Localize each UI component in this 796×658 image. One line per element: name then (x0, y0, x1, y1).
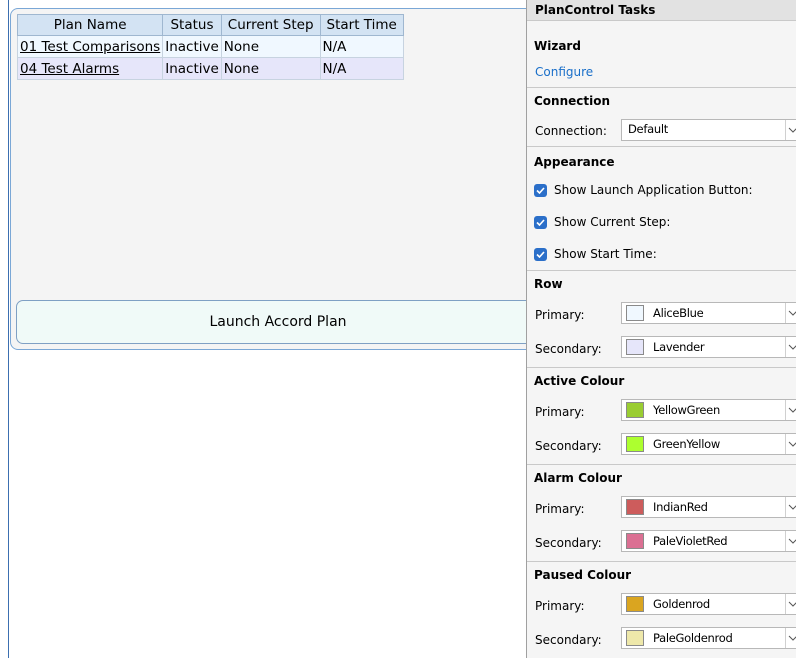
alarm-secondary-value: PaleVioletRed (653, 534, 728, 548)
connection-label: Connection: (535, 124, 607, 138)
chevron-down-icon[interactable] (785, 531, 796, 551)
color-swatch (626, 339, 644, 355)
row-primary-color-dropdown[interactable]: AliceBlue (621, 302, 796, 324)
active-primary-color-dropdown[interactable]: YellowGreen (621, 399, 796, 421)
chevron-down-icon[interactable] (785, 400, 796, 420)
color-swatch (626, 402, 644, 418)
start-time-cell: N/A (319, 57, 404, 80)
section-divider (527, 367, 796, 368)
active-primary-value: YellowGreen (653, 403, 720, 417)
show-launch-button-label: Show Launch Application Button: (554, 183, 753, 197)
color-swatch (626, 305, 644, 321)
chevron-down-icon[interactable] (785, 628, 796, 648)
active-primary-label: Primary: (535, 405, 585, 419)
alarm-primary-color-dropdown[interactable]: IndianRed (621, 496, 796, 518)
row-secondary-label: Secondary: (535, 342, 602, 356)
section-divider (527, 464, 796, 465)
section-divider (527, 270, 796, 271)
table-row[interactable]: 01 Test Comparisons Inactive None N/A (16, 35, 404, 58)
chevron-down-icon[interactable] (785, 497, 796, 517)
section-divider (527, 146, 796, 147)
color-swatch (626, 630, 644, 646)
section-header-active-colour: Active Colour (534, 374, 625, 388)
row-primary-value: AliceBlue (653, 306, 704, 320)
show-current-step-label: Show Current Step: (554, 215, 671, 229)
plan-name-link[interactable]: 01 Test Comparisons (16, 35, 164, 58)
active-secondary-color-dropdown[interactable]: GreenYellow (621, 433, 796, 455)
chevron-down-icon[interactable] (785, 594, 796, 614)
plan-control: Plan Name Status Current Step Start Time… (10, 8, 540, 350)
plancontrol-tasks-panel: PlanControl Tasks Wizard Configure Conne… (526, 0, 796, 658)
status-cell: Inactive (162, 35, 222, 58)
checkbox-checked-icon[interactable] (534, 183, 547, 197)
show-start-time-checkbox[interactable]: Show Start Time: (534, 244, 657, 264)
section-header-paused-colour: Paused Colour (534, 568, 632, 582)
active-secondary-value: GreenYellow (653, 437, 720, 451)
plan-grid: Plan Name Status Current Step Start Time… (16, 14, 404, 80)
alarm-secondary-label: Secondary: (535, 536, 602, 550)
paused-secondary-value: PaleGoldenrod (653, 631, 733, 645)
row-secondary-color-dropdown[interactable]: Lavender (621, 336, 796, 358)
chevron-down-icon[interactable] (785, 434, 796, 454)
column-header-start-time[interactable]: Start Time (319, 14, 404, 36)
checkbox-checked-icon[interactable] (534, 247, 547, 261)
chevron-down-icon[interactable] (785, 337, 796, 357)
color-swatch (626, 596, 644, 612)
designer-surface-border (8, 0, 9, 658)
current-step-cell: None (220, 57, 321, 80)
alarm-primary-label: Primary: (535, 502, 585, 516)
checkbox-checked-icon[interactable] (534, 215, 547, 229)
alarm-primary-value: IndianRed (653, 500, 708, 514)
section-header-wizard: Wizard (534, 39, 581, 53)
row-primary-label: Primary: (535, 308, 585, 322)
alarm-secondary-color-dropdown[interactable]: PaleVioletRed (621, 530, 796, 552)
show-launch-button-checkbox[interactable]: Show Launch Application Button: (534, 180, 753, 200)
current-step-cell: None (220, 35, 321, 58)
status-cell: Inactive (162, 57, 222, 80)
show-current-step-checkbox[interactable]: Show Current Step: (534, 212, 670, 232)
paused-primary-color-dropdown[interactable]: Goldenrod (621, 593, 796, 615)
show-start-time-label: Show Start Time: (554, 247, 657, 261)
section-header-row: Row (534, 277, 563, 291)
section-header-connection: Connection (534, 94, 611, 108)
connection-value: Default (628, 122, 668, 136)
configure-link[interactable]: Configure (535, 65, 593, 79)
panel-title: PlanControl Tasks (527, 0, 796, 21)
section-header-alarm-colour: Alarm Colour (534, 471, 622, 485)
active-secondary-label: Secondary: (535, 439, 602, 453)
plan-name-link[interactable]: 04 Test Alarms (16, 57, 164, 80)
start-time-cell: N/A (319, 35, 404, 58)
paused-primary-value: Goldenrod (653, 597, 710, 611)
grid-header-row: Plan Name Status Current Step Start Time (16, 14, 404, 36)
column-header-current-step[interactable]: Current Step (220, 14, 321, 36)
column-header-plan-name[interactable]: Plan Name (16, 14, 164, 36)
chevron-down-icon[interactable] (785, 303, 796, 323)
paused-secondary-label: Secondary: (535, 633, 602, 647)
section-header-appearance: Appearance (534, 155, 615, 169)
column-header-status[interactable]: Status (162, 14, 222, 36)
paused-primary-label: Primary: (535, 599, 585, 613)
launch-plan-button[interactable]: Launch Accord Plan (16, 300, 540, 344)
color-swatch (626, 533, 644, 549)
table-row[interactable]: 04 Test Alarms Inactive None N/A (16, 57, 404, 80)
section-divider (527, 87, 796, 88)
color-swatch (626, 499, 644, 515)
section-divider (527, 561, 796, 562)
chevron-down-icon[interactable] (785, 120, 796, 140)
connection-dropdown[interactable]: Default (621, 119, 796, 141)
color-swatch (626, 436, 644, 452)
row-secondary-value: Lavender (653, 340, 705, 354)
paused-secondary-color-dropdown[interactable]: PaleGoldenrod (621, 627, 796, 649)
